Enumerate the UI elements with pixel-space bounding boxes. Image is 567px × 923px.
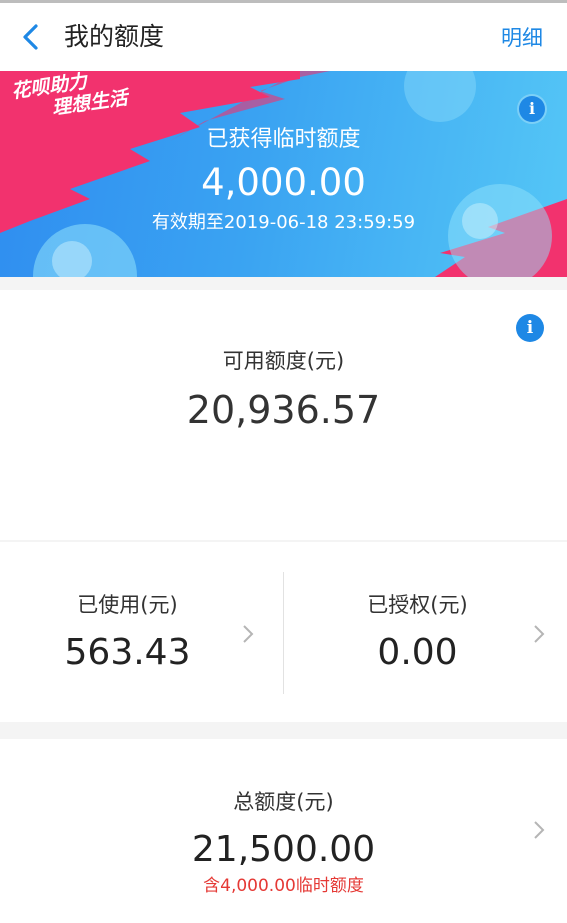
temp-quota-note: 含4,000.00临时额度 — [203, 876, 364, 896]
total-quota-label: 总额度(元) — [233, 790, 334, 814]
temp-quota-amount: 4,000.00 — [201, 161, 366, 204]
nav-bar: 我的额度 明细 — [0, 3, 567, 71]
used-amount: 563.43 — [64, 632, 191, 673]
usage-card: 已使用(元) 563.43 已授权(元) 0.00 — [0, 542, 567, 722]
back-arrow-icon[interactable] — [14, 20, 48, 54]
available-quota-amount: 20,936.57 — [186, 388, 381, 432]
used-label: 已使用(元) — [77, 593, 178, 617]
info-icon[interactable]: i — [519, 96, 545, 122]
authorized-amount-cell[interactable]: 已授权(元) 0.00 — [284, 542, 567, 722]
temp-quota-label: 已获得临时额度 — [206, 127, 361, 152]
chevron-right-icon — [534, 625, 545, 643]
available-quota-card: i 可用额度(元) 20,936.57 — [0, 290, 567, 540]
detail-link[interactable]: 明细 — [501, 23, 543, 53]
available-quota-label: 可用额度(元) — [222, 349, 345, 373]
authorized-label: 已授权(元) — [367, 593, 468, 617]
page-title: 我的额度 — [64, 22, 165, 51]
temp-quota-banner[interactable]: 花呗助力 理想生活 i 已获得临时额度 4,000.00 有效期至2019-06… — [0, 71, 567, 277]
chevron-right-icon — [534, 821, 545, 839]
total-quota-amount: 21,500.00 — [191, 829, 376, 870]
chevron-right-icon — [243, 625, 254, 643]
authorized-amount: 0.00 — [377, 632, 458, 673]
temp-quota-valid-until: 有效期至2019-06-18 23:59:59 — [151, 212, 416, 233]
info-icon[interactable]: i — [516, 314, 544, 342]
total-quota-card[interactable]: 总额度(元) 21,500.00 含4,000.00临时额度 — [0, 739, 567, 923]
used-amount-cell[interactable]: 已使用(元) 563.43 — [0, 542, 283, 722]
